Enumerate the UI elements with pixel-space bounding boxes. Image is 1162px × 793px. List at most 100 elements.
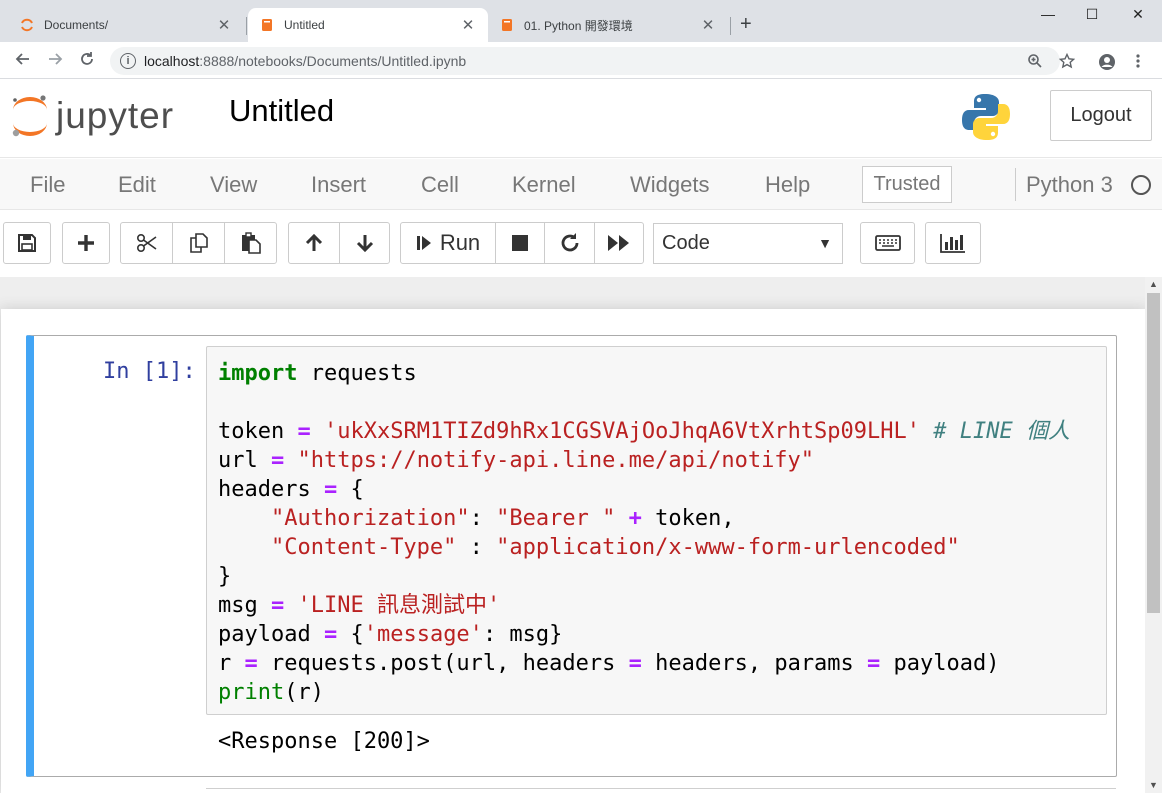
restart-kernel-button[interactable] [544, 222, 595, 264]
close-tab-icon[interactable]: ✕ [460, 16, 476, 34]
bookmark-star-icon[interactable] [1058, 52, 1076, 73]
logout-button[interactable]: Logout [1050, 90, 1152, 141]
keyboard-icon [874, 235, 901, 251]
trusted-indicator[interactable]: Trusted [862, 166, 952, 203]
kernel-name[interactable]: Python 3 [1026, 172, 1113, 198]
jupyter-favicon-icon [20, 18, 34, 32]
copy-button[interactable] [172, 222, 225, 264]
browser-tab-strip: Documents/ ✕ Untitled ✕ 01. Python 開發環境 … [0, 0, 1162, 42]
kernel-separator [1015, 168, 1016, 201]
browser-tab-untitled[interactable]: Untitled ✕ [248, 8, 488, 42]
insert-cell-button[interactable] [62, 222, 110, 264]
menu-widgets[interactable]: Widgets [630, 172, 709, 198]
jupyter-logo-icon [12, 95, 47, 137]
notebook-favicon-icon [500, 18, 514, 32]
fast-forward-icon [608, 235, 629, 251]
code-line-4: url = "https://notify-api.line.me/api/no… [218, 448, 815, 473]
url-path: :8888/notebooks/Documents/Untitled.ipynb [199, 53, 467, 69]
notebook-toolbar: Run Code ▼ [0, 211, 1162, 277]
browser-menu-icon[interactable] [1136, 53, 1140, 73]
jupyter-header: jupyter Untitled Logout [0, 80, 1162, 158]
code-line-6: "Authorization": "Bearer " + token, [270, 506, 735, 531]
jupyter-logo[interactable]: jupyter [10, 92, 174, 140]
maximize-window-button[interactable]: ☐ [1082, 6, 1102, 23]
run-button[interactable]: Run [400, 222, 496, 264]
code-line-5: headers = { [218, 477, 364, 502]
menu-cell[interactable]: Cell [421, 172, 459, 198]
close-tab-icon[interactable]: ✕ [216, 16, 232, 34]
command-palette-button[interactable] [860, 222, 915, 264]
scroll-up-icon[interactable]: ▲ [1149, 279, 1158, 289]
jupyter-logo-text: jupyter [56, 95, 175, 136]
browser-tab-python-env[interactable]: 01. Python 開發環境 ✕ [488, 8, 728, 42]
browser-tab-documents[interactable]: Documents/ ✕ [8, 8, 244, 42]
code-line-3: token = 'ukXxSRM1TIZd9hRx1CGSVAjOoJhqA6V… [218, 419, 1070, 444]
zoom-icon[interactable] [1027, 53, 1043, 73]
forward-arrow-icon[interactable] [45, 51, 65, 72]
code-editor[interactable]: import requests token = 'ukXxSRM1TIZd9hR… [206, 346, 1107, 715]
cut-button[interactable] [120, 222, 173, 264]
tab-separator [246, 17, 247, 35]
move-down-button[interactable] [339, 222, 390, 264]
code-line-1: import requests [218, 361, 417, 386]
stop-icon [512, 235, 528, 251]
back-arrow-icon[interactable] [13, 51, 33, 72]
cell-type-value: Code [662, 232, 710, 254]
code-line-12: print(r) [218, 680, 324, 705]
menu-view[interactable]: View [210, 172, 257, 198]
notebook-title[interactable]: Untitled [229, 93, 334, 129]
move-up-button[interactable] [288, 222, 340, 264]
chevron-down-icon: ▼ [818, 235, 832, 251]
code-line-7: "Content-Type" : "application/x-www-form… [270, 535, 960, 560]
tab-title: Untitled [284, 18, 325, 32]
close-tab-icon[interactable]: ✕ [700, 16, 716, 34]
notebook-favicon-icon [260, 18, 274, 32]
cell-input-prompt: In [1]: [103, 359, 196, 384]
tab-separator [730, 17, 731, 35]
paste-button[interactable] [224, 222, 277, 264]
resource-usage-button[interactable] [925, 222, 981, 264]
save-button[interactable] [3, 222, 51, 264]
tab-title: 01. Python 開發環境 [524, 18, 633, 33]
tab-title: Documents/ [44, 18, 109, 32]
kernel-idle-indicator-icon [1131, 175, 1151, 195]
code-content: import requests token = 'ukXxSRM1TIZd9hR… [218, 359, 1070, 707]
address-bar[interactable]: i localhost:8888/notebooks/Documents/Unt… [110, 47, 1060, 75]
cell-type-select[interactable]: Code ▼ [653, 223, 843, 264]
browser-toolbar: i localhost:8888/notebooks/Documents/Unt… [0, 42, 1162, 79]
site-info-icon[interactable]: i [120, 53, 136, 69]
new-tab-button[interactable]: + [740, 14, 752, 34]
python-logo-icon [961, 92, 1011, 147]
minimize-window-button[interactable]: — [1038, 6, 1058, 22]
paste-icon [241, 232, 261, 254]
plus-icon [78, 235, 94, 251]
code-line-9: msg = 'LINE 訊息測試中' [218, 593, 501, 618]
menu-edit[interactable]: Edit [118, 172, 156, 198]
run-label: Run [439, 230, 481, 255]
code-line-11: r = requests.post(url, headers = headers… [218, 651, 1000, 676]
url-host: localhost [144, 53, 200, 69]
restart-icon [561, 233, 578, 252]
next-cell-edge [206, 788, 1116, 793]
scroll-down-icon[interactable]: ▼ [1149, 780, 1158, 790]
menu-insert[interactable]: Insert [311, 172, 366, 198]
menu-help[interactable]: Help [765, 172, 810, 198]
close-window-button[interactable]: ✕ [1128, 6, 1148, 23]
profile-avatar-icon[interactable] [1098, 53, 1116, 75]
interrupt-kernel-button[interactable] [495, 222, 545, 264]
arrow-down-icon [356, 235, 373, 253]
menu-kernel[interactable]: Kernel [512, 172, 576, 198]
copy-icon [189, 233, 208, 253]
code-line-10: payload = {'message': msg} [218, 622, 563, 647]
menubar: File Edit View Insert Cell Kernel Widget… [0, 159, 1162, 210]
scrollbar-thumb[interactable] [1147, 293, 1160, 613]
restart-run-all-button[interactable] [594, 222, 644, 264]
code-line-8: } [218, 564, 232, 589]
save-icon [18, 234, 36, 252]
arrow-up-icon [305, 233, 323, 251]
scissors-icon [136, 233, 156, 253]
step-forward-icon [416, 236, 431, 250]
menu-file[interactable]: File [30, 172, 65, 198]
bar-chart-icon [940, 234, 965, 253]
reload-icon[interactable] [77, 51, 97, 72]
